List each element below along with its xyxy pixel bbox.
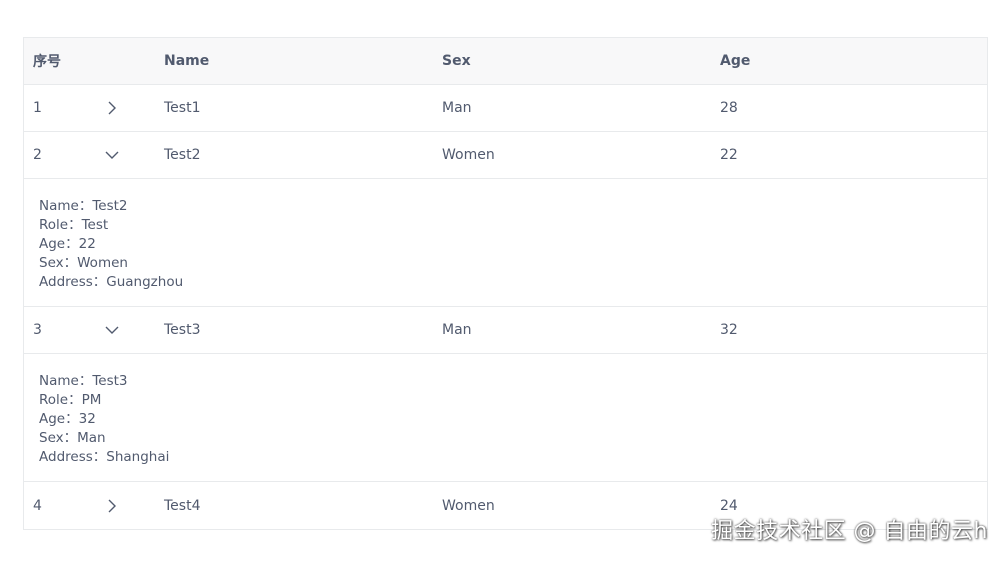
detail-name: Name：Test3 bbox=[39, 373, 128, 389]
row-age: 32 bbox=[720, 322, 738, 338]
expand-cell bbox=[94, 100, 164, 116]
row-index: 2 bbox=[33, 147, 42, 163]
watermark: 掘金技术社区 @ 自由的云h bbox=[711, 519, 988, 544]
expanded-detail: Name：Test2 Role：Test Age：22 Sex：Women Ad… bbox=[24, 179, 987, 307]
detail-address: Address：Guangzhou bbox=[39, 274, 184, 290]
row-name: Test2 bbox=[164, 147, 201, 163]
row-index: 1 bbox=[33, 100, 42, 116]
table-header: 序号 Name Sex Age bbox=[24, 38, 987, 85]
expand-cell bbox=[94, 147, 164, 163]
detail-age: Age：32 bbox=[39, 411, 96, 427]
chevron-down-icon[interactable] bbox=[104, 147, 120, 163]
expanded-detail: Name：Test3 Role：PM Age：32 Sex：Man Addres… bbox=[24, 354, 987, 482]
row-name: Test1 bbox=[164, 100, 201, 116]
chevron-down-icon[interactable] bbox=[104, 322, 120, 338]
detail-role: Role：PM bbox=[39, 392, 102, 408]
row-age: 22 bbox=[720, 147, 738, 163]
row-name: Test3 bbox=[164, 322, 201, 338]
detail-age: Age：22 bbox=[39, 236, 96, 252]
row-age: 28 bbox=[720, 100, 738, 116]
header-sex: Sex bbox=[442, 53, 471, 69]
chevron-right-icon[interactable] bbox=[104, 100, 120, 116]
row-sex: Women bbox=[442, 497, 495, 514]
row-index: 3 bbox=[33, 322, 42, 338]
row-sex: Man bbox=[442, 100, 472, 116]
row-sex: Man bbox=[442, 322, 472, 338]
data-table: 序号 Name Sex Age 1 Test1 Man 28 2 Test2 W… bbox=[23, 37, 988, 530]
header-index: 序号 bbox=[33, 54, 61, 70]
header-age: Age bbox=[720, 53, 751, 69]
detail-sex: Sex：Women bbox=[39, 255, 128, 271]
table-row: 3 Test3 Man 32 bbox=[24, 307, 987, 354]
detail-address: Address：Shanghai bbox=[39, 449, 170, 465]
chevron-right-icon[interactable] bbox=[104, 498, 120, 514]
row-age: 24 bbox=[720, 497, 738, 514]
detail-role: Role：Test bbox=[39, 217, 109, 233]
detail-name: Name：Test2 bbox=[39, 198, 128, 214]
row-sex: Women bbox=[442, 147, 495, 163]
detail-sex: Sex：Man bbox=[39, 430, 106, 446]
expand-cell bbox=[94, 498, 164, 514]
table-row: 1 Test1 Man 28 bbox=[24, 85, 987, 132]
expand-cell bbox=[94, 322, 164, 338]
table-row: 2 Test2 Women 22 bbox=[24, 132, 987, 179]
row-name: Test4 bbox=[164, 497, 201, 514]
row-index: 4 bbox=[33, 497, 42, 514]
header-name: Name bbox=[164, 53, 210, 69]
